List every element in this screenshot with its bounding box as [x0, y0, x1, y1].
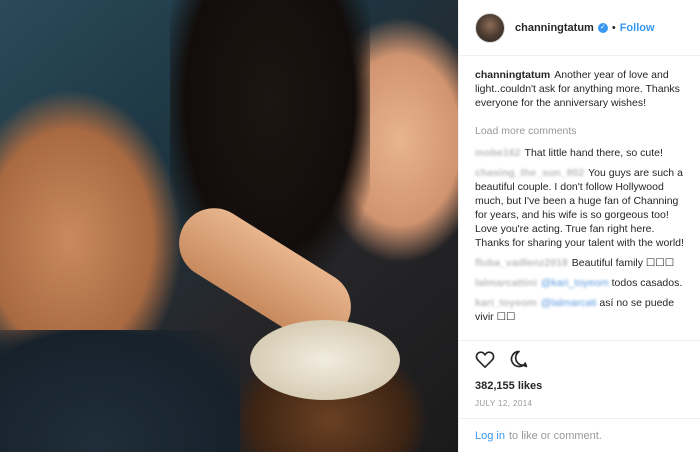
- comments-section: channingtatum Another year of love and li…: [459, 56, 700, 340]
- caption: channingtatum Another year of love and li…: [475, 68, 684, 110]
- comment-username[interactable]: mobe162: [475, 147, 521, 159]
- list-item: kari_toyeom @lalmarcati así no se puede v…: [475, 296, 684, 324]
- comment-mention[interactable]: @kari_toyeom: [541, 277, 609, 289]
- list-item: mobe162 That little hand there, so cute!: [475, 146, 684, 160]
- comment-mention[interactable]: @lalmarcati: [541, 297, 597, 309]
- avatar[interactable]: [475, 12, 505, 43]
- post-date: JULY 12, 2014: [475, 399, 533, 408]
- login-link[interactable]: Log in: [475, 430, 505, 442]
- comment-text: todos casados.: [611, 277, 683, 289]
- follow-button[interactable]: Follow: [620, 22, 655, 34]
- comment-username[interactable]: chasing_the_sun_802: [475, 167, 584, 179]
- login-text: to like or comment.: [508, 429, 602, 442]
- comment-username[interactable]: lalmarcattini: [475, 277, 537, 289]
- comment-username[interactable]: kari_toyeom: [475, 297, 537, 309]
- login-prompt: Log in to like or comment.: [459, 418, 700, 452]
- header-username[interactable]: channingtatum: [515, 22, 594, 34]
- instagram-post: channingtatum ✓ • Follow channingtatum An…: [0, 0, 700, 452]
- comment-text: Beautiful family ☐☐☐: [571, 257, 675, 269]
- post-photo[interactable]: [0, 0, 458, 452]
- verified-badge-icon: ✓: [597, 22, 608, 33]
- caption-username[interactable]: channingtatum: [475, 69, 550, 81]
- comment-icon[interactable]: [509, 349, 529, 372]
- list-item: lalmarcattini @kari_toyeom todos casados.: [475, 276, 684, 290]
- list-item: chasing_the_sun_802 You guys are such a b…: [475, 166, 684, 250]
- header-separator: •: [611, 21, 616, 34]
- photo-dress-shape: [250, 320, 400, 400]
- load-more-comments-button[interactable]: Load more comments: [475, 124, 684, 138]
- action-bar: [459, 340, 700, 380]
- heart-icon[interactable]: [475, 350, 495, 371]
- comment-text: You guys are such a beautiful couple. I …: [475, 167, 684, 249]
- post-sidebar: channingtatum ✓ • Follow channingtatum An…: [458, 0, 700, 452]
- comment-text: That little hand there, so cute!: [524, 147, 663, 159]
- photo-shirt-shape: [0, 330, 240, 452]
- list-item: fluba_vadlenz2018 Beautiful family ☐☐☐: [475, 256, 684, 270]
- post-header: channingtatum ✓ • Follow: [459, 0, 700, 56]
- likes-count[interactable]: 382,155 likes: [459, 380, 700, 396]
- comment-username[interactable]: fluba_vadlenz2018: [475, 257, 568, 269]
